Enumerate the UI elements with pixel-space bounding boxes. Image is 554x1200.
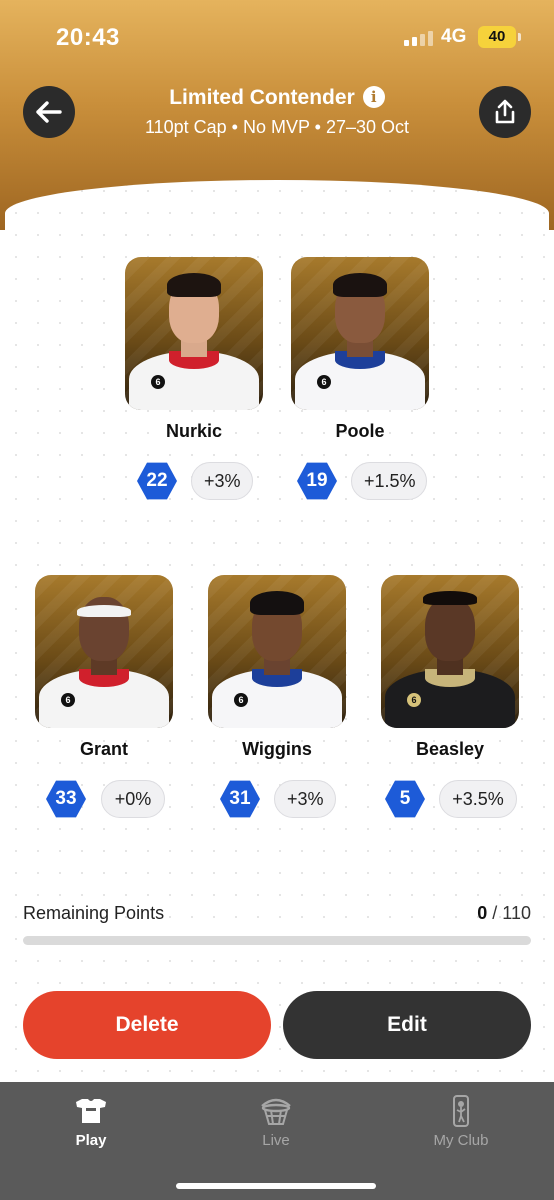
player-photo: 6: [291, 257, 429, 410]
remaining-points-bar: [23, 936, 531, 945]
tab-label: Live: [262, 1132, 290, 1149]
player-stats: 33 +0%: [24, 779, 184, 819]
bonus-pill: +0%: [101, 780, 165, 818]
remaining-points-label: Remaining Points: [23, 903, 165, 923]
network-type: 4G: [441, 26, 467, 47]
points-separator: /: [492, 903, 498, 923]
points-used: 0: [477, 903, 488, 923]
tab-label: My Club: [433, 1132, 489, 1149]
player-photo: 6: [35, 575, 173, 728]
tab-play[interactable]: Play: [21, 1094, 161, 1149]
player-name: Grant: [79, 739, 128, 759]
player-name: Wiggins: [242, 739, 312, 759]
player-name: Poole: [335, 421, 385, 441]
tab-label: Play: [75, 1132, 107, 1149]
player-stats: 19 +1.5%: [280, 461, 440, 501]
jersey-number: 6: [234, 693, 248, 707]
tab-my-club[interactable]: My Club: [391, 1094, 531, 1149]
player-stats: 22 +3%: [114, 461, 274, 501]
player-stats: 31 +3%: [197, 779, 357, 819]
tab-live[interactable]: Live: [206, 1094, 346, 1149]
remaining-points-value: 0 / 110: [477, 903, 531, 924]
page-title: Limited Contender i: [0, 86, 554, 110]
share-button[interactable]: [479, 86, 531, 138]
jersey-number: 6: [407, 693, 421, 707]
player-name: Nurkic: [165, 421, 223, 441]
score-badge: 19: [297, 462, 337, 500]
nba-logo-icon: [453, 1095, 469, 1127]
bonus-pill: +1.5%: [351, 462, 427, 500]
jersey-number: 6: [317, 375, 331, 389]
share-icon: [495, 99, 515, 124]
player-name: Beasley: [415, 739, 485, 759]
info-icon[interactable]: i: [362, 86, 385, 108]
basketball-hoop-icon: [261, 1098, 291, 1125]
score-badge: 31: [220, 780, 260, 818]
home-indicator: [176, 1183, 376, 1189]
score-badge: 33: [46, 780, 86, 818]
jersey-number: 6: [151, 375, 165, 389]
bonus-pill: +3.5%: [439, 780, 517, 818]
page-subtitle: 110pt Cap • No MVP • 27–30 Oct: [144, 117, 410, 137]
battery-icon: 40: [478, 26, 521, 48]
clock: 20:43: [56, 24, 120, 51]
page-title-text: Limited Contender: [169, 86, 355, 109]
player-photo: 6: [125, 257, 263, 410]
bonus-pill: +3%: [274, 780, 336, 818]
bonus-pill: +3%: [191, 462, 253, 500]
score-badge: 5: [385, 780, 425, 818]
edit-button[interactable]: Edit: [283, 991, 531, 1059]
player-photo: 6: [208, 575, 346, 728]
jersey-number: 6: [61, 693, 75, 707]
jersey-icon: [76, 1099, 106, 1123]
status-bar: 20:43 4G 40: [0, 0, 554, 72]
player-photo: 6: [381, 575, 519, 728]
points-cap: 110: [502, 903, 531, 923]
delete-button[interactable]: Delete: [23, 991, 271, 1059]
signal-icon: [404, 30, 436, 46]
score-badge: 22: [137, 462, 177, 500]
player-stats: 5 +3.5%: [370, 779, 530, 819]
